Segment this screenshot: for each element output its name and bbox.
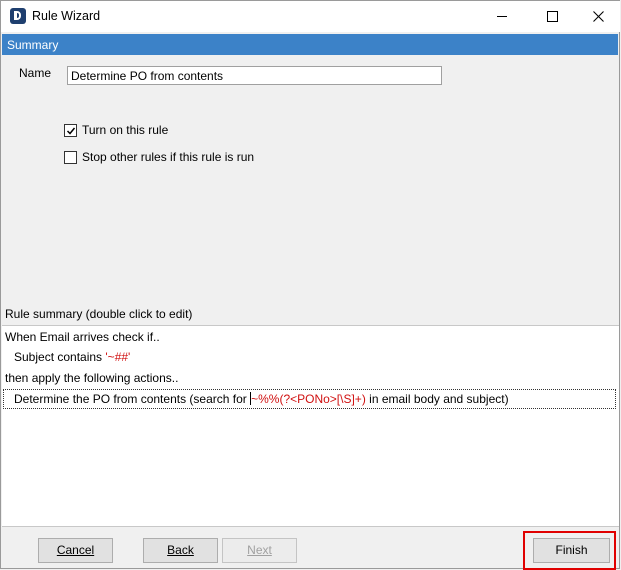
stop-other-rules-checkbox[interactable] bbox=[64, 151, 77, 164]
rule-summary-label: Rule summary (double click to edit) bbox=[5, 307, 193, 321]
checkmark-icon bbox=[66, 127, 76, 135]
subject-condition-value[interactable]: '~##' bbox=[105, 350, 130, 364]
finish-highlight-box bbox=[523, 531, 616, 570]
summary-line-actions-intro: then apply the following actions.. bbox=[5, 371, 179, 385]
app-logo-icon bbox=[10, 8, 26, 24]
summary-line-condition-intro: When Email arrives check if.. bbox=[5, 330, 160, 344]
close-icon bbox=[593, 11, 604, 22]
cancel-button-label: Cancel bbox=[56, 543, 95, 557]
stop-other-rules-label: Stop other rules if this rule is run bbox=[82, 150, 255, 164]
rule-summary-box[interactable]: When Email arrives check if.. Subject co… bbox=[2, 325, 619, 527]
minimize-icon bbox=[497, 16, 507, 17]
section-header: Summary bbox=[2, 34, 618, 55]
subject-condition-text: Subject contains bbox=[14, 350, 106, 364]
window-title: Rule Wizard bbox=[32, 9, 101, 23]
back-button[interactable]: Back bbox=[143, 538, 218, 563]
po-action-suffix: in email body and subject) bbox=[365, 392, 509, 406]
maximize-icon bbox=[547, 11, 558, 22]
next-button[interactable]: Next bbox=[222, 538, 297, 563]
turn-on-rule-label: Turn on this rule bbox=[82, 123, 169, 137]
title-bar[interactable]: Rule Wizard bbox=[1, 1, 620, 32]
minimize-button[interactable] bbox=[479, 1, 525, 32]
turn-on-rule-checkbox[interactable] bbox=[64, 124, 77, 137]
back-button-label: Back bbox=[167, 543, 194, 557]
summary-line-subject-condition[interactable]: Subject contains '~##' bbox=[14, 350, 130, 364]
name-label: Name bbox=[19, 66, 52, 80]
po-action-text: Determine the PO from contents (search f… bbox=[14, 392, 251, 406]
name-field[interactable] bbox=[67, 66, 442, 85]
next-button-label: Next bbox=[247, 543, 272, 557]
po-search-pattern[interactable]: ~%%(?<PONo>[\S]+) bbox=[251, 392, 366, 406]
section-header-label: Summary bbox=[7, 38, 59, 52]
summary-line-po-action[interactable]: Determine the PO from contents (search f… bbox=[14, 392, 509, 406]
rule-wizard-window: Rule Wizard Summary Name Turn on this ru… bbox=[0, 0, 620, 570]
cancel-button[interactable]: Cancel bbox=[38, 538, 113, 563]
close-button[interactable] bbox=[575, 1, 621, 32]
maximize-button[interactable] bbox=[529, 1, 575, 32]
